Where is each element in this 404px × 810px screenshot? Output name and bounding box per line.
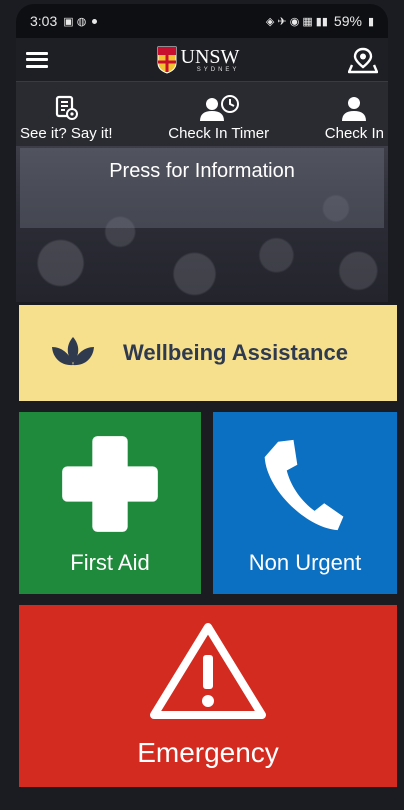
status-bar: 3:03 ▣ ◍ ◈ ✈ ◉ ▦ ▮▮ 59% ▮ xyxy=(16,4,388,38)
logo-subtext: SYDNEY xyxy=(196,66,240,73)
logo-text: UNSW xyxy=(180,45,240,68)
lotus-icon xyxy=(52,337,94,366)
signal-icons: ◈ ✈ ◉ ▦ ▮▮ xyxy=(265,15,328,28)
person-clock-icon xyxy=(199,95,239,121)
emergency-label: Emergency xyxy=(137,737,279,768)
info-banner-text: Press for Information xyxy=(109,160,295,182)
status-right: ◈ ✈ ◉ ▦ ▮▮ 59% ▮ xyxy=(266,13,374,29)
notification-icons: ▣ ◍ xyxy=(63,15,87,28)
quick-action-label: Check In xyxy=(324,125,384,142)
notification-dot-icon xyxy=(92,18,98,24)
first-aid-label: First Aid xyxy=(70,550,150,575)
battery-icon: ▮ xyxy=(367,15,374,28)
info-banner-button[interactable]: Press for Information xyxy=(20,148,384,228)
battery-level: 59% xyxy=(333,13,362,29)
menu-icon[interactable] xyxy=(26,51,48,68)
phone-icon xyxy=(264,439,344,531)
first-aid-button[interactable]: First Aid xyxy=(19,412,201,594)
hero-background: Press for Information xyxy=(16,146,388,302)
non-urgent-label: Non Urgent xyxy=(248,550,362,575)
check-in-button[interactable]: Check In xyxy=(325,95,384,142)
report-icon xyxy=(56,95,79,120)
check-in-timer-button[interactable]: Check In Timer xyxy=(168,95,269,142)
see-it-say-it-button[interactable]: See it? Say it! xyxy=(20,95,113,142)
cross-icon xyxy=(62,436,158,532)
emergency-button[interactable]: Emergency xyxy=(19,605,397,787)
quick-action-label: Check In Timer xyxy=(168,125,270,142)
non-urgent-button[interactable]: Non Urgent xyxy=(213,412,397,594)
unsw-logo: UNSW SYDNEY xyxy=(157,45,240,74)
person-icon xyxy=(342,97,367,121)
wellbeing-assistance-button[interactable]: Wellbeing Assistance xyxy=(19,305,397,401)
app-header: UNSW SYDNEY xyxy=(16,38,388,82)
status-time: 3:03 xyxy=(30,13,58,29)
status-left: 3:03 ▣ ◍ xyxy=(30,13,98,29)
quick-actions-bar: See it? Say it! Check In Timer Check In xyxy=(16,82,388,146)
crest-icon xyxy=(157,46,177,74)
quick-action-label: See it? Say it! xyxy=(20,125,113,142)
wellbeing-label: Wellbeing Assistance xyxy=(123,340,348,365)
warning-icon xyxy=(150,623,266,719)
map-pin-icon[interactable] xyxy=(347,46,378,74)
